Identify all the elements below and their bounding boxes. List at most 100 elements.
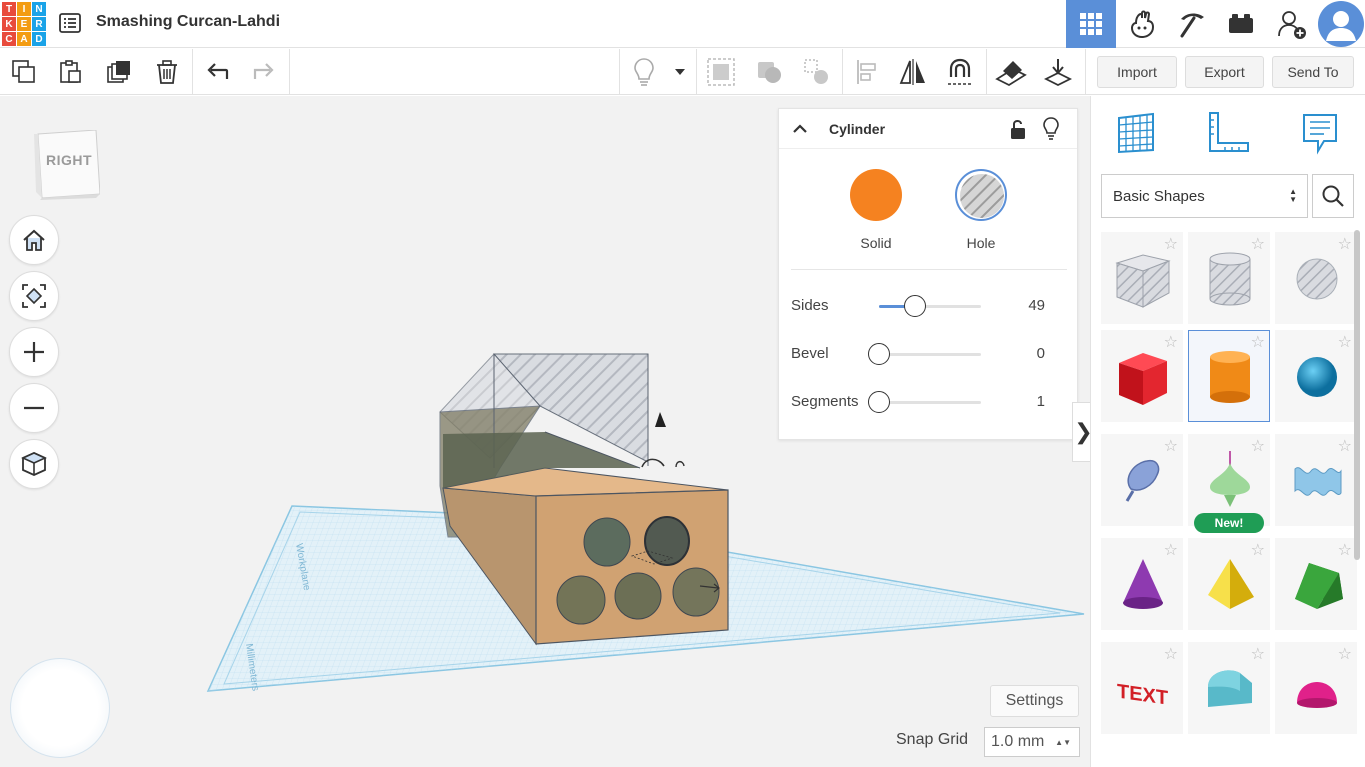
- bricks-button[interactable]: [1216, 0, 1266, 48]
- shape-card-sphere[interactable]: ☆: [1275, 330, 1357, 422]
- solid-option[interactable]: Solid: [841, 169, 911, 251]
- workplane-tab[interactable]: [1113, 110, 1159, 156]
- shape-card-paraboloid[interactable]: ☆: [1275, 642, 1357, 734]
- visibility-dropdown[interactable]: [667, 55, 693, 89]
- tinkercad-logo[interactable]: TIN KER CAD: [2, 2, 46, 46]
- orbit-control[interactable]: [10, 658, 110, 758]
- ungroup-button[interactable]: [752, 55, 786, 89]
- shape-category-select[interactable]: Basic Shapes ▲ ▼: [1101, 174, 1308, 218]
- shape-card-scribble[interactable]: ☆: [1101, 434, 1183, 526]
- hole-solid-button[interactable]: [800, 55, 834, 89]
- 3d-design-button[interactable]: [1066, 0, 1116, 48]
- shape-card-box[interactable]: ☆: [1101, 330, 1183, 422]
- slider-knob[interactable]: [868, 343, 890, 365]
- perspective-icon: [21, 452, 47, 476]
- top-bar: TIN KER CAD Smashing Curcan-Lahdi: [0, 0, 1365, 48]
- slider-value[interactable]: 0: [1037, 345, 1045, 362]
- shape-card-cylinder[interactable]: ☆: [1188, 330, 1270, 422]
- view-cube[interactable]: RIGHT: [34, 129, 101, 200]
- slider-track[interactable]: [879, 353, 981, 356]
- copy-button[interactable]: [7, 55, 41, 89]
- logo-letter: K: [2, 17, 16, 31]
- duplicate-button[interactable]: [102, 55, 136, 89]
- new-badge: New!: [1194, 513, 1264, 533]
- light-bulb-icon: [1043, 117, 1059, 140]
- send-to-button[interactable]: Send To: [1272, 56, 1354, 88]
- slider-track[interactable]: [879, 401, 981, 404]
- fit-view-button[interactable]: [9, 271, 59, 321]
- paste-button[interactable]: [53, 55, 87, 89]
- logo-letter: R: [32, 17, 46, 31]
- shape-thumbnail-icon: [1295, 563, 1343, 609]
- shape-card-box-hole[interactable]: ☆: [1101, 232, 1183, 324]
- slider-label: Bevel: [791, 345, 829, 362]
- perspective-button[interactable]: [9, 439, 59, 489]
- shape-card-cylinder-hole[interactable]: ☆: [1188, 232, 1270, 324]
- logo-letter: C: [2, 32, 16, 46]
- shape-card-sphere-hole[interactable]: ☆: [1275, 232, 1357, 324]
- redo-button[interactable]: [247, 55, 281, 89]
- delete-button[interactable]: [150, 55, 184, 89]
- hole-label: Hole: [966, 235, 996, 251]
- shape-card-text[interactable]: ☆ TEXT: [1101, 642, 1183, 734]
- drop-button[interactable]: [1041, 55, 1075, 89]
- logo-letter: I: [17, 2, 31, 16]
- slider-knob[interactable]: [868, 391, 890, 413]
- cruise-button[interactable]: [943, 55, 977, 89]
- logo-letter: N: [32, 2, 46, 16]
- shape-card-text-wave[interactable]: ☆: [1275, 434, 1357, 526]
- search-shapes-button[interactable]: [1312, 174, 1354, 218]
- duplicate-icon: [107, 61, 130, 83]
- collapse-inspector-button[interactable]: [791, 120, 809, 138]
- design-menu-button[interactable]: [58, 11, 82, 35]
- slider-row-sides: Sides 49: [791, 291, 1067, 321]
- workplane-icon: [995, 61, 1027, 87]
- shape-thumbnail-icon: [1297, 682, 1337, 708]
- group-button[interactable]: [704, 55, 738, 89]
- tinker-hand-icon: [1130, 10, 1155, 39]
- shapes-scrollbar[interactable]: [1354, 230, 1360, 560]
- hatch-icon: [960, 174, 1004, 218]
- invite-user-button[interactable]: [1267, 0, 1317, 48]
- hide-shape-button[interactable]: [1041, 116, 1063, 142]
- shape-card-half-cylinder[interactable]: ☆: [1188, 642, 1270, 734]
- shape-card-pyramid[interactable]: ☆: [1188, 538, 1270, 630]
- zoom-out-button[interactable]: [9, 383, 59, 433]
- workplane-button[interactable]: [994, 55, 1028, 89]
- view-cube-label: RIGHT: [45, 152, 93, 168]
- shape-card-cone[interactable]: ☆: [1101, 538, 1183, 630]
- circuits-button[interactable]: [1117, 0, 1167, 48]
- snap-grid-select[interactable]: 1.0 mm ▲▼: [984, 727, 1080, 757]
- shape-thumbnail-icon: [1296, 258, 1338, 300]
- home-view-button[interactable]: [9, 215, 59, 265]
- export-button[interactable]: Export: [1185, 56, 1264, 88]
- settings-button[interactable]: Settings: [990, 685, 1079, 717]
- shape-thumbnail-icon: [1115, 254, 1171, 308]
- hole-option[interactable]: Hole: [946, 169, 1016, 251]
- project-title[interactable]: Smashing Curcan-Lahdi: [96, 13, 280, 31]
- show-all-button[interactable]: [627, 55, 661, 89]
- slider-value[interactable]: 49: [1028, 297, 1045, 314]
- ungroup-icon: [758, 62, 781, 83]
- import-button[interactable]: Import: [1097, 56, 1177, 88]
- lock-button[interactable]: [1007, 117, 1029, 141]
- ruler-tab[interactable]: [1205, 110, 1251, 156]
- mirror-icon: [899, 59, 925, 85]
- slider-value[interactable]: 1: [1037, 393, 1045, 410]
- align-button[interactable]: [850, 55, 884, 89]
- undo-icon: [207, 63, 229, 79]
- codeblocks-button[interactable]: [1167, 0, 1217, 48]
- zoom-in-button[interactable]: [9, 327, 59, 377]
- notes-tab[interactable]: [1297, 110, 1343, 156]
- user-avatar-button[interactable]: [1317, 0, 1365, 48]
- solid-color-swatch: [850, 169, 902, 221]
- shape-card-roof[interactable]: ☆: [1275, 538, 1357, 630]
- slider-knob[interactable]: [904, 295, 926, 317]
- inspector-header: Cylinder: [779, 109, 1077, 149]
- mirror-button[interactable]: [896, 55, 930, 89]
- undo-button[interactable]: [200, 55, 234, 89]
- shape-thumbnail-icon: [1208, 670, 1252, 707]
- slider-label: Sides: [791, 297, 829, 314]
- shape-thumbnail-icon: [1119, 353, 1167, 405]
- dropdown-icon: [675, 69, 685, 75]
